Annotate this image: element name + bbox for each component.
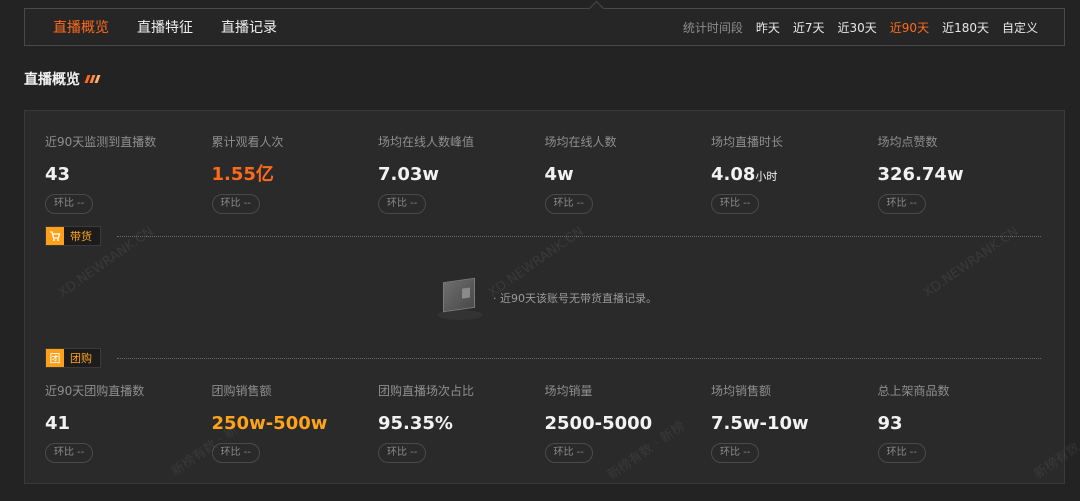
stat-label: 团购直播场次占比 xyxy=(378,384,475,398)
stat-label: 累计观看人次 xyxy=(211,135,284,149)
period-30-days[interactable]: 近30天 xyxy=(838,19,877,36)
stat-value: 2500-5000 xyxy=(544,413,653,434)
stat-total-views: 累计观看人次 1.55亿 环比 -- xyxy=(211,134,379,214)
dotted-divider xyxy=(117,235,1041,237)
stat-value: 95.35% xyxy=(378,413,453,434)
chip-mom: 环比 -- xyxy=(211,194,260,214)
stat-value: 1.55亿 xyxy=(211,164,274,185)
stat-value: 4w xyxy=(544,164,574,185)
empty-box-icon xyxy=(435,276,483,320)
chip-mom: 环比 -- xyxy=(877,194,926,214)
stat-value: 4.08小时 xyxy=(711,163,878,187)
section-title: 直播概览 xyxy=(24,69,101,89)
period-label: 统计时间段 xyxy=(682,20,743,35)
stat-value: 43 xyxy=(45,164,71,185)
stat-label: 场均直播时长 xyxy=(711,135,784,149)
chip-mom: 环比 -- xyxy=(711,443,760,463)
chip-mom: 环比 -- xyxy=(45,194,94,214)
chip-mom: 环比 -- xyxy=(211,443,260,463)
group-divider: 团 团购 xyxy=(45,348,1041,368)
stat-avg-online: 场均在线人数 4w 环比 -- xyxy=(544,134,712,214)
main-tabs: 直播概览 直播特征 直播记录 xyxy=(53,17,277,37)
top-tab-bar: 直播概览 直播特征 直播记录 统计时间段 昨天 近7天 近30天 近90天 近1… xyxy=(24,8,1065,46)
chip-mom: 环比 -- xyxy=(544,194,593,214)
period-90-days[interactable]: 近90天 xyxy=(890,19,929,36)
stat-label: 近90天团购直播数 xyxy=(45,384,145,398)
stat-value: 41 xyxy=(45,413,71,434)
stat-label: 场均在线人数 xyxy=(544,135,617,149)
stat-value: 93 xyxy=(877,413,903,434)
period-180-days[interactable]: 近180天 xyxy=(942,19,989,36)
stat-label: 场均在线人数峰值 xyxy=(378,135,475,149)
stat-group-sales: 团购销售额 250w-500w 环比 -- xyxy=(211,383,379,463)
overview-stats-row: 近90天监测到直播数 43 环比 -- 累计观看人次 1.55亿 环比 -- 场… xyxy=(45,134,1045,214)
group-badge: 团 团购 xyxy=(45,348,101,368)
stat-label: 场均销售额 xyxy=(711,384,772,398)
stat-number: 4.08 xyxy=(711,164,756,185)
stat-label: 团购销售额 xyxy=(211,384,272,398)
stat-value: 7.5w-10w xyxy=(711,413,809,434)
stat-label: 近90天监测到直播数 xyxy=(45,135,157,149)
shopping-cart-icon xyxy=(46,227,64,245)
group-stats-row: 近90天团购直播数 41 环比 -- 团购销售额 250w-500w 环比 --… xyxy=(45,383,1045,463)
stat-avg-duration: 场均直播时长 4.08小时 环比 -- xyxy=(711,134,878,214)
group-badge-label: 团购 xyxy=(70,352,92,365)
goods-divider: 带货 xyxy=(45,226,1041,246)
chip-mom: 环比 -- xyxy=(378,443,427,463)
chip-mom: 环比 -- xyxy=(877,443,926,463)
period-yesterday[interactable]: 昨天 xyxy=(756,19,780,36)
goods-badge-label: 带货 xyxy=(70,230,92,243)
tab-live-records[interactable]: 直播记录 xyxy=(221,17,277,37)
dotted-divider xyxy=(117,357,1041,359)
tab-live-features[interactable]: 直播特征 xyxy=(137,17,193,37)
chip-mom: 环比 -- xyxy=(711,194,760,214)
stat-label: 场均销量 xyxy=(544,384,593,398)
goods-empty-state: · 近90天该账号无带货直播记录。 xyxy=(435,276,657,320)
chip-mom: 环比 -- xyxy=(378,194,427,214)
stat-avg-volume: 场均销量 2500-5000 环比 -- xyxy=(544,383,712,463)
period-custom[interactable]: 自定义 xyxy=(1002,19,1038,36)
period-7-days[interactable]: 近7天 xyxy=(793,19,825,36)
tab-live-overview[interactable]: 直播概览 xyxy=(53,17,109,37)
overview-panel: 近90天监测到直播数 43 环比 -- 累计观看人次 1.55亿 环比 -- 场… xyxy=(24,110,1065,484)
stat-group-live-count: 近90天团购直播数 41 环比 -- xyxy=(45,383,212,463)
stat-unit: 小时 xyxy=(755,170,778,183)
title-stripes-icon xyxy=(84,75,101,83)
period-selector: 统计时间段 昨天 近7天 近30天 近90天 近180天 自定义 xyxy=(683,19,1038,36)
stat-value: 7.03w xyxy=(378,164,440,185)
stat-label: 场均点赞数 xyxy=(877,135,938,149)
stat-value: 250w-500w xyxy=(211,413,328,434)
stat-avg-sales: 场均销售额 7.5w-10w 环比 -- xyxy=(711,383,878,463)
chip-mom: 环比 -- xyxy=(544,443,593,463)
stat-value: 326.74w xyxy=(877,164,964,185)
stat-group-share: 团购直播场次占比 95.35% 环比 -- xyxy=(378,383,545,463)
stat-live-count: 近90天监测到直播数 43 环比 -- xyxy=(45,134,212,214)
section-title-text: 直播概览 xyxy=(24,72,80,88)
stat-total-products: 总上架商品数 93 环比 -- xyxy=(877,383,1045,463)
stat-label: 总上架商品数 xyxy=(877,384,950,398)
group-buy-icon: 团 xyxy=(46,349,64,367)
stat-peak-online: 场均在线人数峰值 7.03w 环比 -- xyxy=(378,134,545,214)
stat-avg-likes: 场均点赞数 326.74w 环比 -- xyxy=(877,134,1045,214)
goods-badge: 带货 xyxy=(45,226,101,246)
empty-state-text: · 近90天该账号无带货直播记录。 xyxy=(493,292,657,305)
chip-mom: 环比 -- xyxy=(45,443,94,463)
